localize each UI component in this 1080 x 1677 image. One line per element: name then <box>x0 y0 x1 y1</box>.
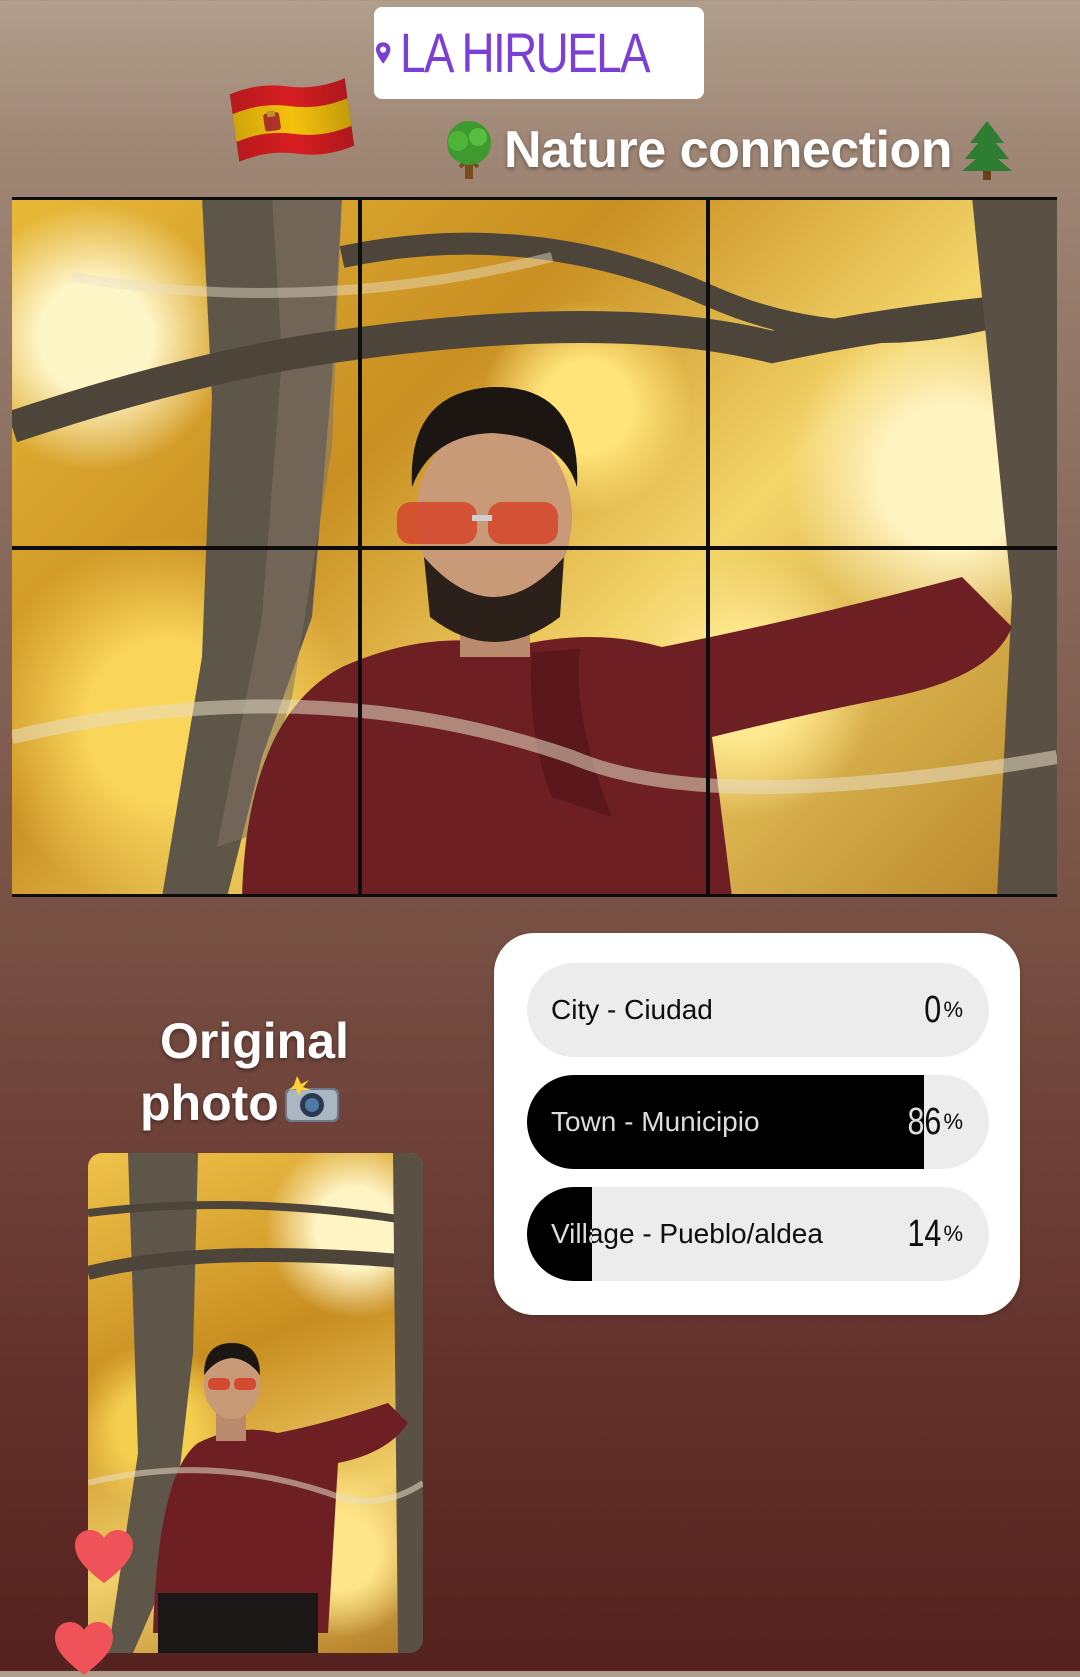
camera-flash-icon <box>284 1076 339 1122</box>
poll-percent-sign: % <box>943 997 963 1022</box>
spain-flag-icon <box>229 78 355 162</box>
evergreen-tree-icon <box>962 121 1012 180</box>
poll-percent-sign: % <box>943 1109 963 1134</box>
location-label: LA HIRUELA <box>400 21 651 84</box>
caption-text: Nature connection <box>504 121 953 179</box>
poll-option-city[interactable]: City - Ciudad 0 % <box>527 963 989 1057</box>
poll-percent-value: 14 <box>907 1212 942 1255</box>
poll-card: City - Ciudad 0 % Town - Municipio 86 % … <box>494 933 1020 1315</box>
grid-line-border <box>12 197 1057 200</box>
poll-option-label: Town - Municipio <box>551 1106 760 1137</box>
main-photo <box>12 197 1057 897</box>
heart-icon[interactable] <box>73 1529 135 1585</box>
original-photo <box>88 1153 423 1653</box>
deciduous-tree-icon <box>447 121 491 179</box>
grid-line-horizontal <box>12 546 1057 550</box>
poll-option-village[interactable]: Village - Pueblo/aldea 14 % <box>527 1187 989 1281</box>
grid-line-border <box>12 894 1057 897</box>
photo-scene <box>88 1153 423 1653</box>
location-pin-icon <box>375 42 391 64</box>
location-sticker[interactable]: LA HIRUELA <box>374 7 704 99</box>
caption: Nature connection <box>440 118 1016 182</box>
original-photo-caption: Original photo <box>140 1010 440 1134</box>
poll-percent-sign: % <box>943 1221 963 1246</box>
poll-option-label: Village - Pueblo/aldea <box>551 1218 823 1249</box>
caption-line-2: photo <box>140 1075 279 1131</box>
poll-option-label: City - Ciudad <box>551 994 713 1025</box>
caption-line-1: Original <box>160 1013 349 1069</box>
heart-icon[interactable] <box>53 1621 115 1677</box>
poll-option-town[interactable]: Town - Municipio 86 % <box>527 1075 989 1169</box>
poll-percent-value: 0 <box>924 988 942 1031</box>
poll-percent-value: 86 <box>907 1100 942 1143</box>
